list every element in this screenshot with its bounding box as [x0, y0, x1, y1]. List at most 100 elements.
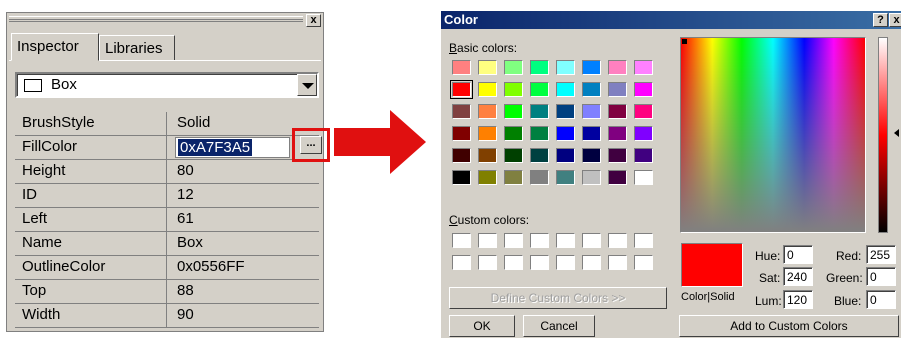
basic-color-swatch[interactable] [530, 82, 549, 97]
help-button[interactable]: ? [873, 13, 888, 27]
basic-color-swatch[interactable] [452, 104, 471, 119]
luminance-slider[interactable] [878, 37, 888, 233]
basic-color-swatch[interactable] [478, 104, 497, 119]
custom-color-swatch[interactable] [530, 255, 549, 270]
property-value[interactable]: 80 [168, 160, 319, 183]
dialog-titlebar[interactable]: Color ? x [441, 11, 901, 29]
basic-color-swatch[interactable] [504, 60, 523, 75]
basic-color-swatch[interactable] [608, 82, 627, 97]
custom-color-swatch[interactable] [452, 233, 471, 248]
ellipsis-button[interactable]: ... [300, 136, 322, 154]
property-value[interactable]: Box [168, 232, 319, 255]
chevron-down-icon[interactable] [297, 74, 317, 96]
property-row-id[interactable]: ID 12 [15, 184, 319, 208]
basic-color-swatch[interactable] [478, 126, 497, 141]
custom-color-swatch[interactable] [478, 233, 497, 248]
basic-color-swatch[interactable] [478, 148, 497, 163]
basic-color-swatch[interactable] [634, 60, 653, 75]
basic-color-swatch[interactable] [556, 104, 575, 119]
basic-color-swatch[interactable] [556, 170, 575, 185]
property-row-outlinecolor[interactable]: OutlineColor 0x0556FF [15, 256, 319, 280]
custom-color-swatch[interactable] [504, 233, 523, 248]
property-row-width[interactable]: Width 90 [15, 304, 319, 328]
basic-color-swatch[interactable] [530, 170, 549, 185]
lum-input[interactable]: 120 [783, 290, 813, 309]
basic-color-swatch[interactable] [478, 60, 497, 75]
basic-color-swatch[interactable] [582, 126, 601, 141]
property-value[interactable]: 0x0556FF [168, 256, 319, 279]
add-to-custom-colors-button[interactable]: Add to Custom Colors [679, 315, 899, 337]
basic-color-swatch[interactable] [452, 60, 471, 75]
custom-color-swatch[interactable] [504, 255, 523, 270]
basic-color-swatch[interactable] [608, 60, 627, 75]
basic-color-swatch[interactable] [530, 60, 549, 75]
basic-color-swatch[interactable] [634, 148, 653, 163]
ok-button[interactable]: OK [449, 315, 515, 337]
custom-color-swatch[interactable] [634, 233, 653, 248]
basic-color-swatch[interactable] [582, 170, 601, 185]
basic-color-swatch[interactable] [556, 60, 575, 75]
basic-color-swatch[interactable] [504, 82, 523, 97]
basic-color-swatch[interactable] [582, 148, 601, 163]
basic-color-swatch[interactable] [634, 170, 653, 185]
property-row-name[interactable]: Name Box [15, 232, 319, 256]
basic-color-swatch[interactable] [556, 82, 575, 97]
custom-color-swatch[interactable] [556, 255, 575, 270]
basic-color-swatch[interactable] [530, 126, 549, 141]
basic-color-swatch[interactable] [478, 82, 497, 97]
basic-color-swatch[interactable] [504, 148, 523, 163]
basic-color-swatch[interactable] [450, 80, 473, 99]
basic-color-swatch[interactable] [452, 148, 471, 163]
property-row-brushstyle[interactable]: BrushStyle Solid [15, 112, 319, 136]
property-value[interactable]: 12 [168, 184, 319, 207]
property-value[interactable]: 61 [168, 208, 319, 231]
custom-color-swatch[interactable] [478, 255, 497, 270]
object-selector-dropdown[interactable]: Box [15, 72, 319, 98]
hue-input[interactable]: 0 [783, 245, 813, 264]
basic-color-swatch[interactable] [556, 148, 575, 163]
basic-color-swatch[interactable] [608, 170, 627, 185]
basic-color-swatch[interactable] [530, 104, 549, 119]
blue-input[interactable]: 0 [866, 290, 896, 309]
custom-color-swatch[interactable] [556, 233, 575, 248]
cancel-button[interactable]: Cancel [523, 315, 595, 337]
basic-color-swatch[interactable] [582, 104, 601, 119]
basic-color-swatch[interactable] [608, 104, 627, 119]
basic-color-swatch[interactable] [504, 126, 523, 141]
property-value[interactable]: 88 [168, 280, 319, 303]
basic-color-swatch[interactable] [530, 148, 549, 163]
tab-libraries[interactable]: Libraries [99, 35, 175, 61]
basic-color-swatch[interactable] [582, 60, 601, 75]
basic-color-swatch[interactable] [634, 126, 653, 141]
basic-color-swatch[interactable] [504, 170, 523, 185]
basic-color-swatch[interactable] [608, 126, 627, 141]
color-spectrum[interactable] [680, 37, 866, 233]
custom-color-swatch[interactable] [582, 255, 601, 270]
define-custom-colors-button[interactable]: Define Custom Colors >> [449, 287, 667, 309]
custom-color-swatch[interactable] [582, 233, 601, 248]
luminance-pointer-icon[interactable] [894, 129, 899, 137]
basic-color-swatch[interactable] [582, 82, 601, 97]
close-button[interactable]: x [889, 13, 901, 27]
tab-inspector[interactable]: Inspector [11, 33, 99, 61]
inspector-titlebar[interactable]: x [7, 13, 323, 29]
fillcolor-input[interactable]: 0xA7F3A5 [175, 137, 290, 158]
custom-color-swatch[interactable] [608, 255, 627, 270]
custom-color-swatch[interactable] [634, 255, 653, 270]
basic-color-swatch[interactable] [478, 170, 497, 185]
basic-color-swatch[interactable] [634, 82, 653, 97]
custom-color-swatch[interactable] [452, 255, 471, 270]
property-value[interactable]: 90 [168, 304, 319, 327]
basic-color-swatch[interactable] [452, 170, 471, 185]
sat-input[interactable]: 240 [783, 267, 813, 286]
basic-color-swatch[interactable] [608, 148, 627, 163]
property-row-fillcolor[interactable]: FillColor 0xA7F3A5 ... [15, 128, 330, 162]
property-row-left[interactable]: Left 61 [15, 208, 319, 232]
drag-grip[interactable] [9, 16, 303, 22]
green-input[interactable]: 0 [866, 267, 896, 286]
spectrum-crosshair[interactable] [682, 39, 687, 44]
basic-color-swatch[interactable] [634, 104, 653, 119]
property-row-height[interactable]: Height 80 [15, 160, 319, 184]
custom-color-swatch[interactable] [530, 233, 549, 248]
basic-color-swatch[interactable] [452, 126, 471, 141]
